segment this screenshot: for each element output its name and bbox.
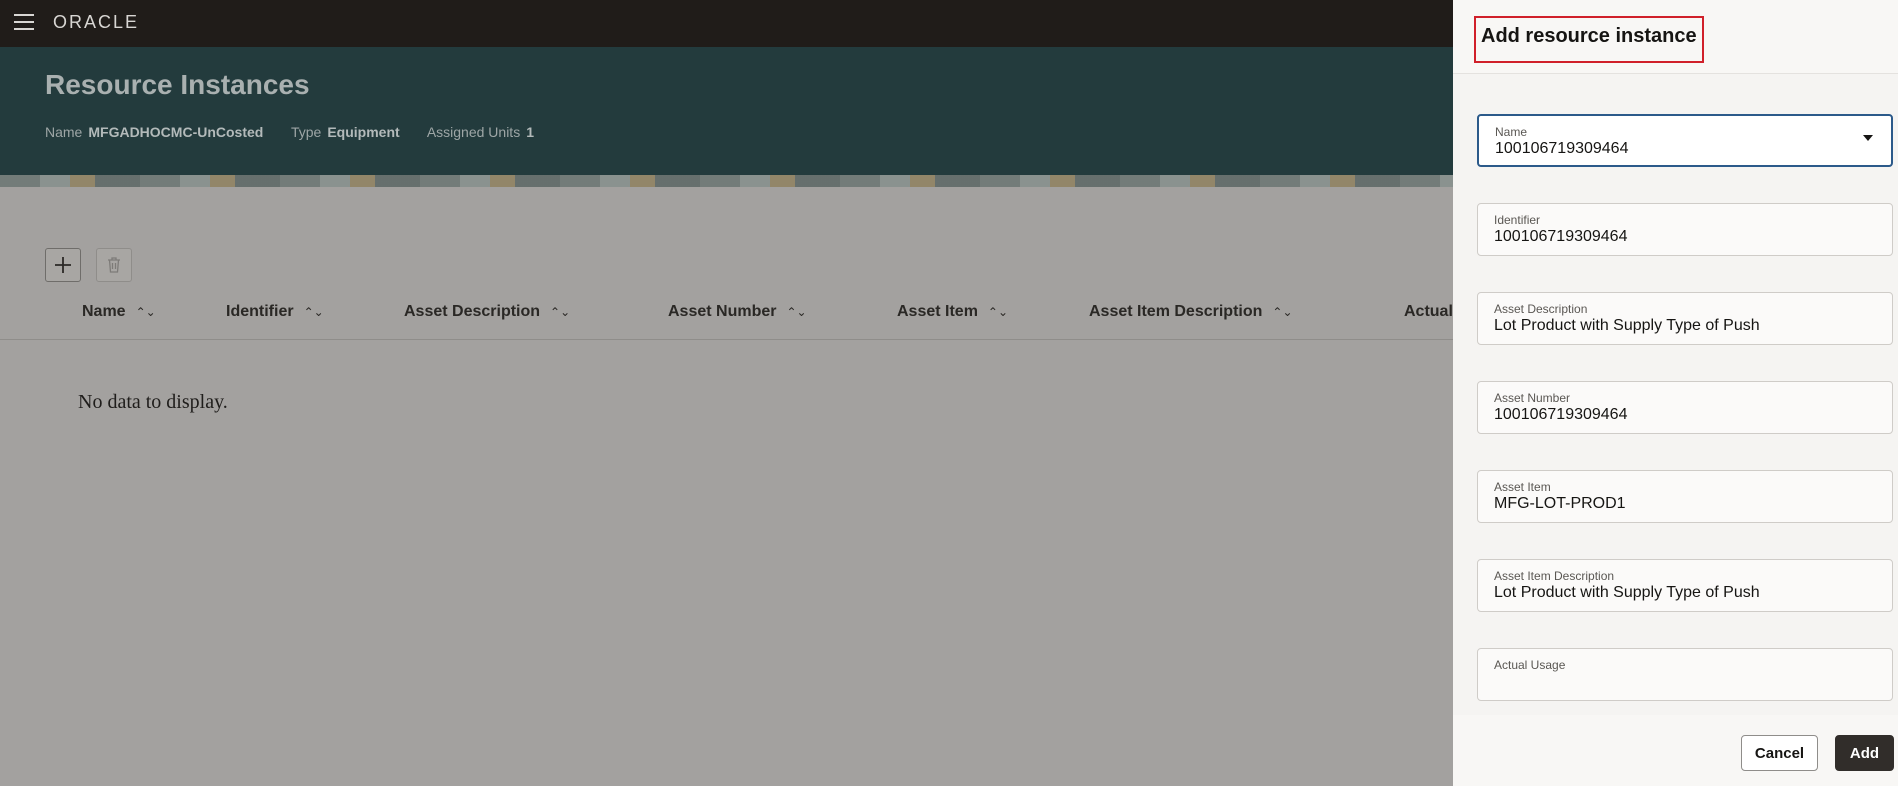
sort-icon[interactable]: ⌃⌄ bbox=[786, 305, 806, 319]
sort-icon[interactable]: ⌃⌄ bbox=[1272, 305, 1292, 319]
meta-type-value: Equipment bbox=[327, 124, 400, 140]
add-resource-instance-drawer: Add resource instance Name 1001067193094… bbox=[1453, 0, 1898, 786]
header-meta: Name MFGADHOCMC-UnCosted Type Equipment As… bbox=[45, 124, 558, 140]
chevron-down-icon[interactable] bbox=[1863, 135, 1873, 141]
sort-icon[interactable]: ⌃⌄ bbox=[550, 305, 570, 319]
name-select[interactable]: Name 100106719309464 bbox=[1477, 114, 1893, 167]
drawer-title: Add resource instance bbox=[1474, 16, 1704, 63]
field-label: Asset Description bbox=[1494, 302, 1588, 316]
column-header-asset-description[interactable]: Asset Description ⌃⌄ bbox=[404, 303, 570, 321]
cancel-button[interactable]: Cancel bbox=[1741, 735, 1818, 771]
column-header-asset-item[interactable]: Asset Item ⌃⌄ bbox=[897, 303, 1008, 321]
actual-usage-field[interactable]: Actual Usage bbox=[1477, 648, 1893, 701]
asset-number-field[interactable]: Asset Number 100106719309464 bbox=[1477, 381, 1893, 434]
plus-icon bbox=[55, 257, 71, 273]
hamburger-icon[interactable] bbox=[14, 14, 34, 30]
sort-icon[interactable]: ⌃⌄ bbox=[988, 305, 1008, 319]
field-value: 100106719309464 bbox=[1494, 406, 1628, 423]
meta-name-value: MFGADHOCMC-UnCosted bbox=[88, 124, 264, 140]
asset-item-field[interactable]: Asset Item MFG-LOT-PROD1 bbox=[1477, 470, 1893, 523]
drawer-footer: Cancel Add bbox=[1453, 715, 1898, 786]
column-label: Asset Number bbox=[668, 303, 777, 320]
column-label: Asset Item Description bbox=[1089, 303, 1263, 320]
field-value: 100106719309464 bbox=[1495, 140, 1629, 157]
column-header-identifier[interactable]: Identifier ⌃⌄ bbox=[226, 303, 324, 321]
delete-row-button[interactable] bbox=[96, 248, 132, 282]
field-label: Asset Item bbox=[1494, 480, 1551, 494]
field-label: Asset Item Description bbox=[1494, 569, 1615, 583]
column-header-asset-number[interactable]: Asset Number ⌃⌄ bbox=[668, 303, 807, 321]
column-label: Name bbox=[82, 303, 126, 320]
field-value: Lot Product with Supply Type of Push bbox=[1494, 317, 1760, 334]
meta-units-label: Assigned Units bbox=[426, 124, 521, 140]
field-value: MFG-LOT-PROD1 bbox=[1494, 495, 1626, 512]
empty-table-message: No data to display. bbox=[78, 391, 228, 413]
field-label: Asset Number bbox=[1494, 391, 1571, 405]
meta-units-value: 1 bbox=[526, 124, 534, 140]
column-label: Asset Item bbox=[897, 303, 978, 320]
column-header-name[interactable]: Name ⌃⌄ bbox=[82, 303, 156, 321]
column-header-asset-item-description[interactable]: Asset Item Description ⌃⌄ bbox=[1089, 303, 1293, 321]
column-label: Asset Description bbox=[404, 303, 541, 320]
add-row-button[interactable] bbox=[45, 248, 81, 282]
column-label: Actual bbox=[1404, 303, 1453, 320]
asset-description-field[interactable]: Asset Description Lot Product with Suppl… bbox=[1477, 292, 1893, 345]
sort-icon[interactable]: ⌃⌄ bbox=[304, 305, 324, 319]
identifier-field[interactable]: Identifier 100106719309464 bbox=[1477, 203, 1893, 256]
field-value: 100106719309464 bbox=[1494, 228, 1628, 245]
asset-item-description-field[interactable]: Asset Item Description Lot Product with … bbox=[1477, 559, 1893, 612]
column-header-actual[interactable]: Actual bbox=[1404, 303, 1453, 321]
field-label: Identifier bbox=[1494, 213, 1541, 227]
field-value: Lot Product with Supply Type of Push bbox=[1494, 584, 1760, 601]
field-label: Actual Usage bbox=[1494, 658, 1566, 672]
meta-type-label: Type bbox=[290, 124, 322, 140]
meta-name-label: Name bbox=[45, 124, 83, 140]
drawer-header: Add resource instance bbox=[1453, 0, 1898, 74]
sort-icon[interactable]: ⌃⌄ bbox=[136, 305, 156, 319]
trash-icon bbox=[108, 257, 120, 273]
field-label: Name bbox=[1495, 125, 1528, 139]
add-button[interactable]: Add bbox=[1835, 735, 1894, 771]
column-label: Identifier bbox=[226, 303, 294, 320]
page-title: Resource Instances bbox=[45, 69, 310, 100]
table-header-row: Name ⌃⌄ Identifier ⌃⌄ Asset Description ⌃⌄ … bbox=[0, 300, 1453, 340]
oracle-logo: ORACLE bbox=[53, 12, 140, 32]
